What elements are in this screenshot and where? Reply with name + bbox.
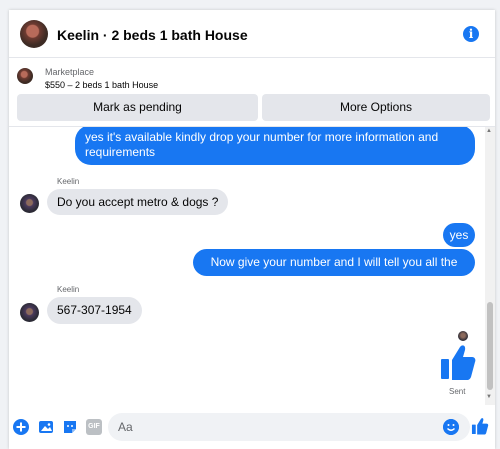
like-send-icon[interactable] <box>471 417 489 435</box>
listing-thumbnail <box>17 68 33 84</box>
message-text: requirements <box>85 145 156 159</box>
message-input-placeholder: Aa <box>118 420 133 434</box>
message-outgoing: yes <box>443 223 475 247</box>
message-list[interactable]: yes it's available kindly drop your numb… <box>9 127 485 405</box>
message-incoming: 567-307-1954 <box>47 297 142 324</box>
seen-avatar <box>458 331 468 341</box>
message-input[interactable]: Aa <box>108 413 470 441</box>
plus-circle-icon[interactable] <box>13 419 29 435</box>
thumbs-up-icon <box>441 345 476 380</box>
message-outgoing: yes it's available kindly drop your numb… <box>75 127 475 165</box>
scroll-up-arrow-icon[interactable]: ▲ <box>486 128 492 134</box>
emoji-icon[interactable] <box>443 419 459 435</box>
gif-icon[interactable]: GIF <box>86 419 102 435</box>
marketplace-banner: Marketplace $550 – 2 beds 1 bath House M… <box>9 58 495 127</box>
chat-title[interactable]: Keelin · 2 beds 1 bath House <box>57 27 248 43</box>
mark-as-pending-button[interactable]: Mark as pending <box>17 94 258 121</box>
scrollbar-thumb[interactable] <box>487 302 493 390</box>
avatar[interactable] <box>20 20 48 48</box>
info-icon[interactable]: i <box>463 26 479 42</box>
scroll-down-arrow-icon[interactable]: ▼ <box>486 394 492 400</box>
message-text: yes it's available kindly drop your numb… <box>85 130 439 144</box>
listing-title[interactable]: $550 – 2 beds 1 bath House <box>45 80 158 90</box>
composer: GIF Aa <box>9 406 495 449</box>
sent-status: Sent <box>449 387 466 396</box>
sender-name: Keelin <box>57 285 80 294</box>
marketplace-label: Marketplace <box>45 67 95 77</box>
avatar[interactable] <box>20 303 39 322</box>
chat-window: Keelin · 2 beds 1 bath House i Marketpla… <box>9 10 495 449</box>
sender-name: Keelin <box>57 177 80 186</box>
photo-icon[interactable] <box>38 419 54 435</box>
chat-header: Keelin · 2 beds 1 bath House i <box>9 10 495 58</box>
more-options-button[interactable]: More Options <box>262 94 490 121</box>
sticker-icon[interactable] <box>62 419 78 435</box>
message-incoming: Do you accept metro & dogs ? <box>47 189 229 215</box>
message-outgoing: Now give your number and I will tell you… <box>193 249 475 296</box>
avatar[interactable] <box>20 194 39 213</box>
